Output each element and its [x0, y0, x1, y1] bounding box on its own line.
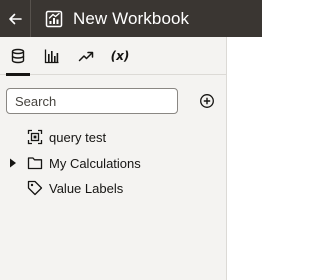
tree-item-label: Value Labels [49, 180, 124, 196]
bar-chart-icon [44, 49, 59, 64]
header-divider [30, 0, 31, 37]
search-input[interactable] [6, 88, 178, 114]
tab-analytics[interactable] [72, 37, 100, 75]
tab-data[interactable] [4, 37, 32, 76]
expand-arrow-icon[interactable] [9, 158, 17, 168]
dataset-icon [27, 129, 43, 145]
panel-tabs: (x) [0, 37, 226, 76]
tree-item-label: My Calculations [49, 155, 141, 171]
canvas-area [226, 37, 262, 280]
app-window: New Workbook (x) Search query test My Ca… [0, 0, 262, 280]
add-button[interactable] [198, 92, 216, 110]
workbook-chart-icon [44, 9, 64, 29]
add-circle-icon [200, 94, 214, 108]
function-icon: (x) [110, 49, 130, 63]
tree-item-label: query test [49, 129, 107, 145]
folder-icon [27, 155, 43, 171]
app-header: New Workbook [0, 0, 262, 37]
tag-icon [27, 180, 43, 196]
tab-visualizations[interactable] [38, 37, 66, 75]
data-panel: (x) query test [0, 37, 226, 280]
back-button[interactable] [0, 0, 30, 37]
arrow-left-icon [9, 13, 22, 24]
workbook-title: New Workbook [73, 8, 190, 28]
tree-item-my-calculations[interactable]: My Calculations [0, 151, 226, 175]
tree-item-value-labels[interactable]: Value Labels [0, 176, 226, 200]
tab-calculations[interactable]: (x) [106, 37, 134, 75]
tree-item-query-test[interactable]: query test [0, 125, 226, 149]
trend-line-icon [78, 51, 94, 62]
database-icon [11, 48, 25, 64]
